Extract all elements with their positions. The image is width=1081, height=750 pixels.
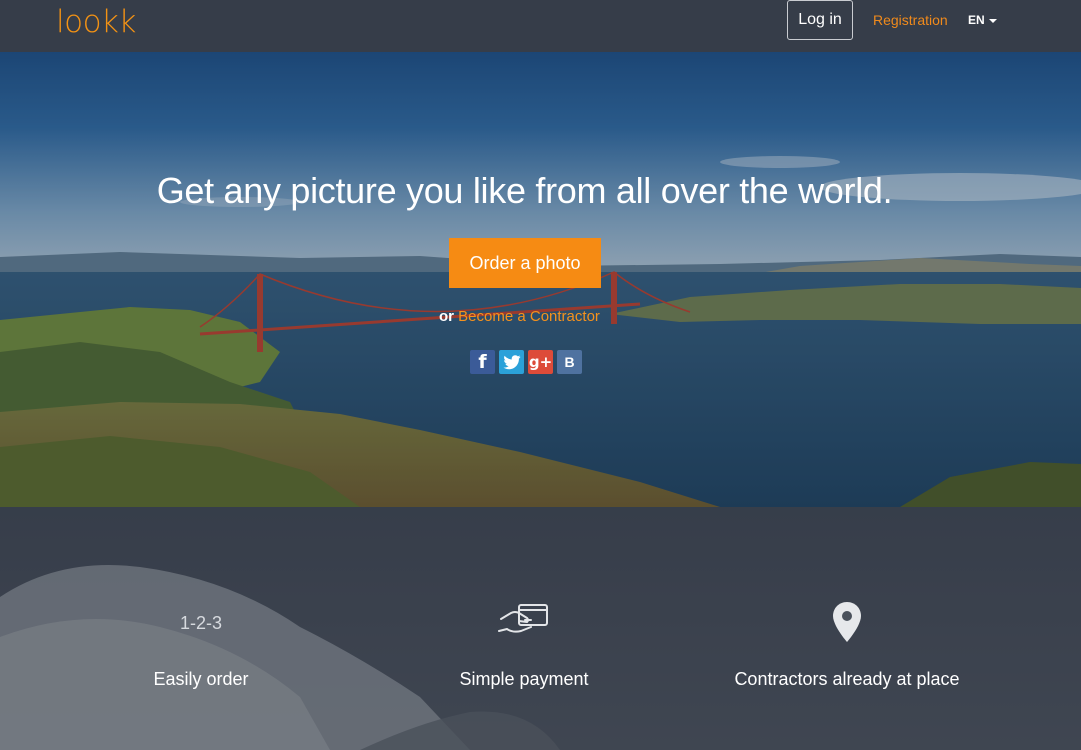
hero-section: Get any picture you like from all over t… <box>0 52 1081 507</box>
registration-link[interactable]: Registration <box>873 12 948 28</box>
contractor-line: or Become a Contractor <box>439 308 600 325</box>
facebook-icon[interactable]: f <box>470 350 495 374</box>
language-dropdown[interactable]: EN <box>968 13 997 27</box>
feature-label: Easily order <box>153 669 249 689</box>
become-contractor-link[interactable]: Become a Contractor <box>458 308 600 325</box>
feature-label: Contractors already at place <box>734 669 960 689</box>
steps-123-icon: 1-2-3 <box>179 613 223 633</box>
card-in-hand-icon <box>374 601 674 637</box>
or-text: or <box>439 308 454 325</box>
language-label: EN <box>968 13 985 27</box>
caret-down-icon <box>988 18 997 23</box>
logo[interactable]: lookk <box>56 4 136 40</box>
vkontakte-icon[interactable]: B <box>557 350 582 374</box>
features-section: 1-2-3 Easily order Simple payment Contra… <box>0 507 1081 750</box>
top-navbar: lookk Log in Registration EN <box>0 0 1081 52</box>
login-button[interactable]: Log in <box>787 0 853 40</box>
feature-label: Simple payment <box>459 669 589 689</box>
order-photo-button[interactable]: Order a photo <box>449 238 601 288</box>
twitter-icon[interactable] <box>499 350 524 374</box>
social-share-buttons: f g+ B <box>470 350 582 374</box>
map-pin-icon <box>697 601 997 643</box>
google-plus-icon[interactable]: g+ <box>528 350 553 374</box>
hero-title: Get any picture you like from all over t… <box>156 170 893 211</box>
